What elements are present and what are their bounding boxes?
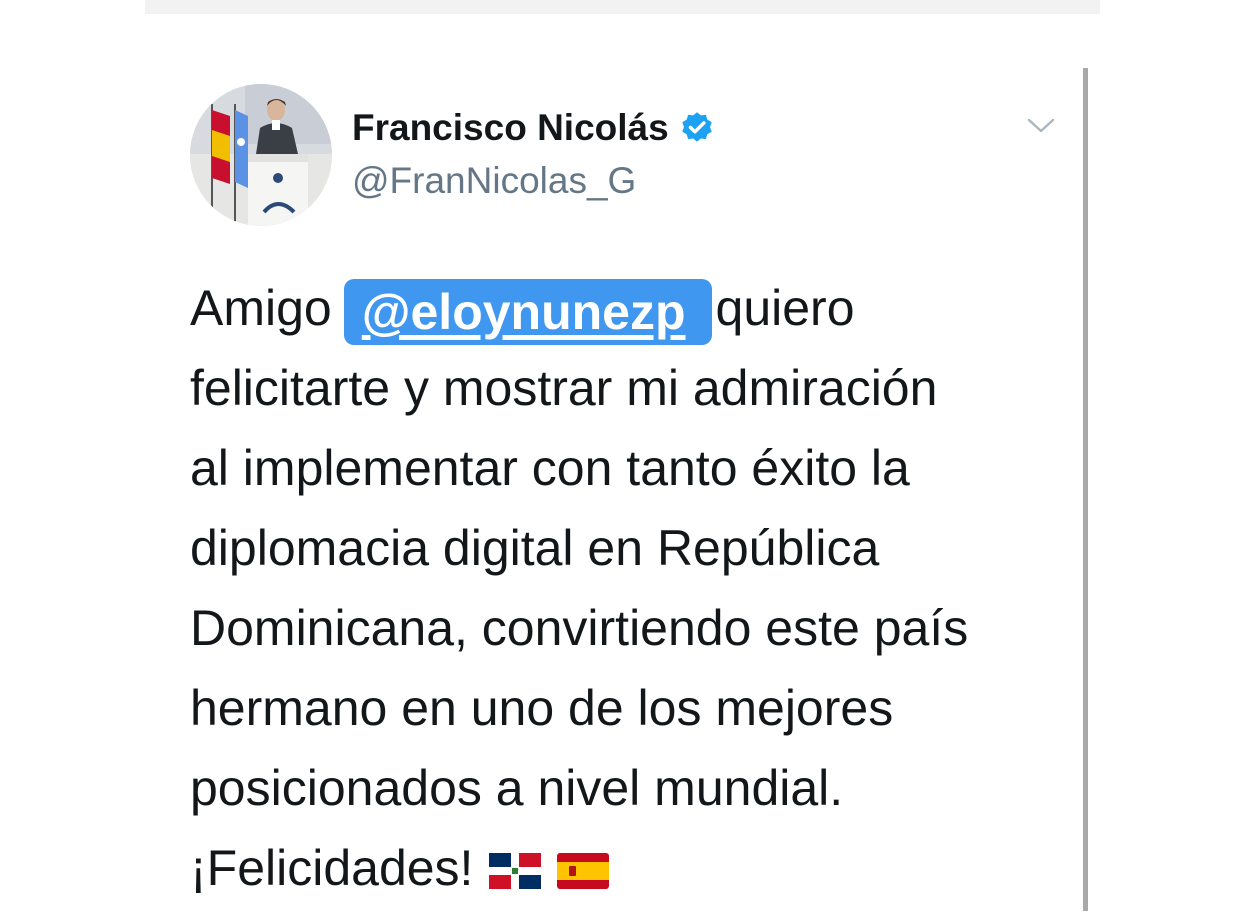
tweet-text-segment: Amigo — [190, 280, 332, 336]
tweet-line-5: Dominicana, convirtiendo este país — [190, 600, 969, 656]
tweet-line-7: posicionados a nivel mundial. — [190, 760, 844, 816]
avatar-image — [190, 84, 332, 226]
tweet-line-6: hermano en uno de los mejores — [190, 680, 894, 736]
card-right-border — [1083, 68, 1088, 911]
chevron-down-icon[interactable] — [1026, 116, 1056, 136]
tweet-body: Amigo @eloynunezp quiero felicitarte y mos… — [190, 268, 1070, 908]
mention-link[interactable]: @eloynunezp — [362, 284, 686, 340]
spain-flag-icon — [557, 832, 610, 912]
dominican-republic-flag-icon — [489, 832, 542, 912]
tweet-line-1: Amigo @eloynunezp quiero — [190, 268, 1070, 348]
verified-badge-icon — [679, 110, 715, 146]
tweet-text-segment: ¡Felicidades! — [190, 840, 474, 896]
mention-highlight[interactable]: @eloynunezp — [343, 278, 712, 345]
profile-photo-icon[interactable] — [190, 84, 332, 226]
tweet-line-3: al implementar con tanto éxito la — [190, 440, 910, 496]
tweet-line-2: felicitarte y mostrar mi admiración — [190, 360, 938, 416]
tweet-line-4: diplomacia digital en República — [190, 520, 880, 576]
tweet-text-segment: quiero — [715, 280, 855, 336]
previous-card-edge — [145, 0, 1100, 14]
author-name-row[interactable]: Francisco Nicolás — [352, 107, 715, 149]
author-display-name[interactable]: Francisco Nicolás — [352, 107, 669, 149]
author-handle[interactable]: @FranNicolas_G — [352, 160, 636, 202]
tweet-line-8: ¡Felicidades! — [190, 828, 1070, 908]
